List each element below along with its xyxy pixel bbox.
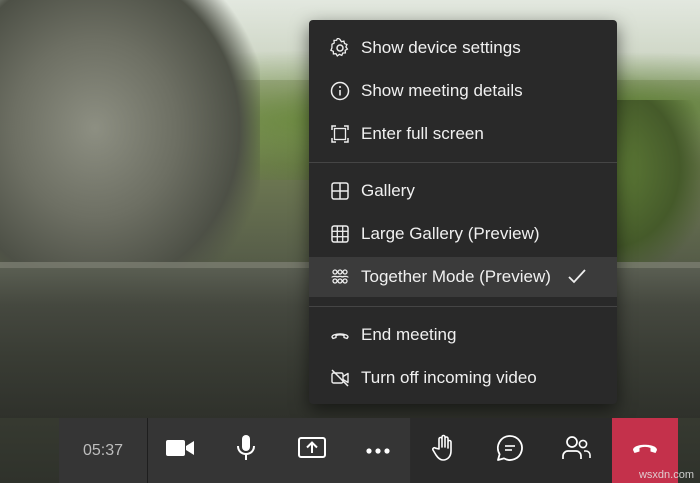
together-mode-icon [329, 266, 351, 288]
menu-item-label: Enter full screen [361, 124, 484, 143]
menu-item-label: Show device settings [361, 38, 521, 57]
microphone-button[interactable] [213, 418, 279, 483]
hang-up-icon [631, 441, 659, 460]
menu-item-label: Together Mode (Preview) [361, 267, 551, 286]
menu-divider [309, 162, 617, 163]
menu-divider [309, 306, 617, 307]
menu-item-together-mode[interactable]: Together Mode (Preview) [309, 257, 617, 297]
gallery-icon [329, 180, 351, 202]
menu-item-label: End meeting [361, 325, 457, 344]
gear-icon [329, 37, 351, 59]
check-icon [567, 268, 587, 286]
menu-item-large-gallery[interactable]: Large Gallery (Preview) [309, 214, 617, 254]
microphone-icon [235, 434, 257, 467]
chat-icon [496, 434, 524, 467]
more-options-icon [365, 442, 391, 460]
large-gallery-icon [329, 223, 351, 245]
participants-button[interactable] [543, 418, 609, 483]
menu-item-gallery[interactable]: Gallery [309, 171, 617, 211]
share-screen-button[interactable] [279, 418, 345, 483]
more-options-button[interactable] [345, 418, 411, 483]
menu-item-turn-off-video[interactable]: Turn off incoming video [309, 358, 617, 398]
menu-item-full-screen[interactable]: Enter full screen [309, 114, 617, 154]
end-call-icon [329, 324, 351, 346]
menu-item-label: Show meeting details [361, 81, 523, 100]
menu-item-label: Gallery [361, 181, 415, 200]
watermark: wsxdn.com [638, 469, 694, 481]
video-off-icon [329, 367, 351, 389]
share-screen-icon [297, 436, 327, 465]
chat-button[interactable] [477, 418, 543, 483]
menu-item-label: Large Gallery (Preview) [361, 224, 540, 243]
fullscreen-icon [329, 123, 351, 145]
more-actions-menu: Show device settings Show meeting detail… [309, 20, 617, 404]
camera-icon [165, 437, 195, 464]
raise-hand-icon [431, 434, 457, 467]
participants-icon [561, 435, 591, 466]
camera-button[interactable] [147, 418, 213, 483]
info-icon [329, 80, 351, 102]
menu-item-meeting-details[interactable]: Show meeting details [309, 71, 617, 111]
raise-hand-button[interactable] [411, 418, 477, 483]
menu-item-end-meeting[interactable]: End meeting [309, 315, 617, 355]
call-timer: 05:37 [59, 418, 147, 483]
call-toolbar: 05:37 [59, 418, 678, 483]
menu-item-device-settings[interactable]: Show device settings [309, 28, 617, 68]
menu-item-label: Turn off incoming video [361, 368, 537, 387]
